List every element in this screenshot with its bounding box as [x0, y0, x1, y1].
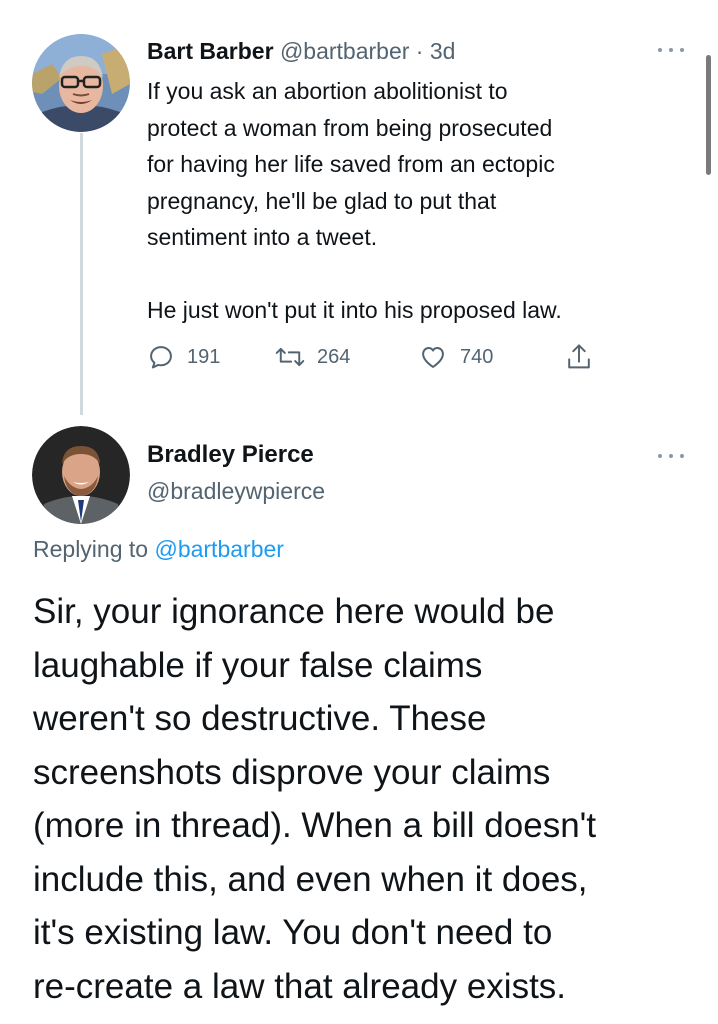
meta-separator: · [415, 38, 424, 64]
replying-to-mention-link[interactable]: @bartbarber [154, 536, 283, 562]
like-count: 740 [460, 345, 494, 368]
avatar[interactable] [32, 426, 130, 524]
share-icon [568, 344, 590, 369]
tweet-text-line: it's existing law. You don't need to [33, 913, 553, 952]
replying-to-line: Replying to @bartbarber [33, 536, 284, 563]
tweet-text-line: screenshots disprove your claims [33, 752, 551, 792]
avatar[interactable] [32, 34, 130, 132]
tweet-text-line: re-create a law that already exists. [33, 966, 567, 1006]
tweet-timestamp[interactable]: 3d [430, 38, 456, 64]
author-handle[interactable]: @bradleywpierce [147, 478, 325, 505]
scrollbar[interactable] [706, 55, 711, 175]
tweet-text-line: include this, and even when it does, [33, 859, 588, 899]
avatar-photo-icon [32, 426, 130, 524]
tweet-text-line: laughable if your false claims [33, 645, 483, 685]
tweet-header: Bart Barber @bartbarber · 3d [147, 38, 455, 65]
tweet-text-line: sentiment into a tweet. [147, 224, 378, 250]
reply-count: 191 [187, 345, 221, 368]
more-horizontal-icon[interactable] [658, 46, 686, 54]
tweet-text-line: weren't so destructive. These [33, 699, 487, 738]
tweet-text-line: pregnancy, he'll be glad to put that [147, 187, 497, 214]
author-handle[interactable]: @bartbarber [280, 38, 409, 64]
more-horizontal-icon[interactable] [658, 452, 686, 460]
like-button[interactable]: 740 [418, 340, 493, 374]
author-name[interactable]: Bart Barber [147, 38, 274, 64]
replying-to-label: Replying to [33, 536, 149, 562]
heart-icon [422, 347, 444, 368]
tweet-text-line: (more in thread). When a bill doesn't [33, 806, 597, 845]
retweet-button[interactable]: 264 [275, 340, 350, 374]
tweet-text: If you ask an abortion abolitionist to p… [147, 73, 692, 328]
tweet-text-line: He just won't put it into his proposed l… [147, 296, 562, 323]
author-name[interactable]: Bradley Pierce [147, 441, 314, 469]
tweet-text-line: Sir, your ignorance here would be [33, 592, 555, 631]
tweet-text-line: for having her life saved from an ectopi… [147, 151, 555, 177]
thread-connector-line [80, 133, 83, 415]
share-button[interactable] [565, 340, 593, 374]
retweet-count: 264 [317, 345, 351, 368]
reply-icon [150, 346, 172, 369]
reply-button[interactable]: 191 [147, 340, 220, 374]
tweet-text-line: protect a woman from being prosecuted [147, 114, 553, 141]
tweet-text: Sir, your ignorance here would be laugha… [33, 585, 703, 1013]
tweet-text-line: If you ask an abortion abolitionist to [147, 78, 508, 104]
retweet-icon [275, 347, 305, 367]
avatar-photo-icon [32, 34, 130, 132]
